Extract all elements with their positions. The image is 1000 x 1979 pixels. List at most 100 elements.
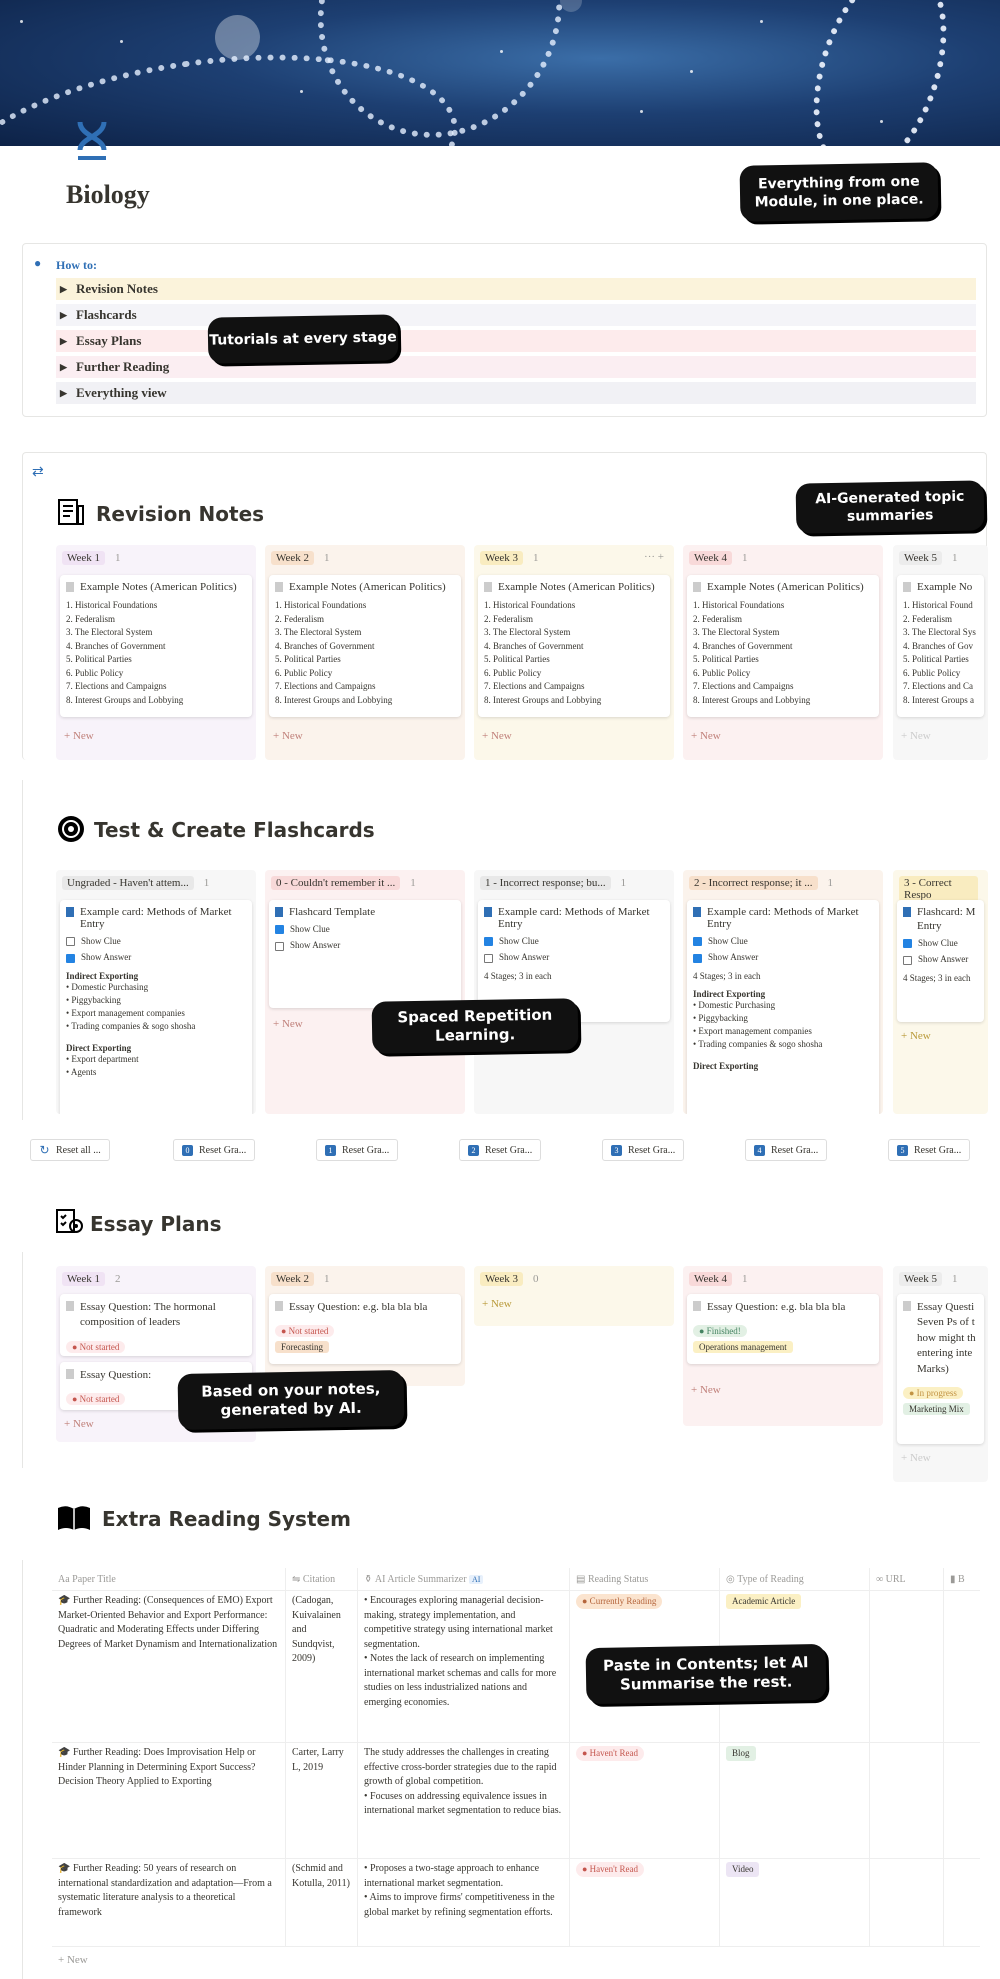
note-card[interactable]: Example Notes (American Politics) 1. Hist…: [269, 575, 461, 717]
reset-button[interactable]: 0 Reset Gra...: [173, 1139, 256, 1161]
checkbox-row[interactable]: Show Clue: [693, 936, 873, 947]
new-card-button[interactable]: + New: [901, 1452, 931, 1464]
toggle-essay-plans[interactable]: ▶ Essay Plans: [56, 330, 976, 352]
reset-button[interactable]: 4 Reset Gra...: [745, 1139, 828, 1161]
show-answer-checkbox[interactable]: [484, 953, 493, 963]
header-label: Citation: [302, 1573, 336, 1585]
note-card[interactable]: Example Notes (American Politics) 1. Hist…: [60, 575, 252, 717]
new-card-button[interactable]: + New: [64, 730, 94, 742]
toggle-everything-view[interactable]: ▶ Everything view: [56, 382, 976, 404]
status-pill: ● Not started: [66, 1393, 126, 1406]
new-row-button[interactable]: + New: [58, 1954, 88, 1966]
essay-card[interactable]: Essay Questi Seven Ps of t how might th …: [897, 1294, 984, 1444]
type-cell[interactable]: Video: [720, 1858, 870, 1946]
answer-item: • Trading companies & sogo shosha: [66, 1020, 196, 1031]
toggle-flashcards[interactable]: ▶ Flashcards: [56, 304, 976, 326]
show-answer-checkbox[interactable]: [693, 953, 702, 963]
essay-card[interactable]: Essay Question: e.g. bla bla bla ● Not st…: [269, 1294, 461, 1364]
checkbox-row[interactable]: Show Answer: [693, 952, 873, 963]
col-b[interactable]: ▮ B: [944, 1568, 980, 1590]
new-card-button[interactable]: + New: [273, 1018, 303, 1030]
show-answer-checkbox[interactable]: [66, 953, 75, 963]
col-ai-summary[interactable]: ⚱ AI Article Summarizer AI: [358, 1568, 570, 1590]
reset-button[interactable]: 1 Reset Gra...: [316, 1139, 399, 1161]
col-reading-status[interactable]: ▤ Reading Status: [570, 1568, 720, 1590]
new-card-button[interactable]: + New: [482, 1298, 512, 1310]
sync-icon[interactable]: ⇄: [32, 464, 44, 481]
show-answer-checkbox[interactable]: [903, 955, 912, 965]
b-cell[interactable]: [944, 1590, 980, 1742]
checkbox-row[interactable]: Show Clue: [903, 938, 978, 949]
status-cell[interactable]: ● Haven't Read: [570, 1742, 720, 1858]
paper-title-cell[interactable]: 🎓 Further Reading: 50 years of research …: [52, 1858, 286, 1946]
summary-cell[interactable]: The study addresses the challenges in cr…: [358, 1742, 570, 1858]
flashcard-card[interactable]: Flashcard Template Show Clue Show Answer: [269, 900, 461, 1008]
citation-cell[interactable]: (Cadogan, Kuivalainen and Sundqvist, 200…: [286, 1590, 358, 1742]
reset-number-icon: 3: [611, 1144, 622, 1156]
card-title-text: Example No: [917, 581, 973, 593]
col-paper-title[interactable]: Aa Paper Title: [52, 1568, 286, 1590]
answer-heading: Direct Exporting: [693, 1060, 759, 1071]
column-count: 1: [827, 877, 834, 889]
essay-card[interactable]: Essay Question: The hormonal composition…: [60, 1294, 252, 1356]
card-title-text: Example card: Methods of Market Entry: [498, 906, 650, 930]
header-label: URL: [885, 1573, 906, 1585]
paper-title-cell[interactable]: 🎓 Further Reading: (Consequences of EMO)…: [52, 1590, 286, 1742]
col-citation[interactable]: ⇋ Citation: [286, 1568, 358, 1590]
card-list-item: 5. Political Parties: [66, 654, 132, 664]
checkbox-row[interactable]: Show Clue: [66, 936, 246, 947]
url-cell[interactable]: [870, 1590, 944, 1742]
b-cell[interactable]: [944, 1742, 980, 1858]
url-cell[interactable]: [870, 1858, 944, 1946]
new-card-button[interactable]: + New: [691, 1384, 721, 1396]
checkbox-row[interactable]: Show Answer: [903, 954, 978, 965]
citation-cell[interactable]: Carter, Larry L, 2019: [286, 1742, 358, 1858]
status-cell[interactable]: ● Haven't Read: [570, 1858, 720, 1946]
new-card-button[interactable]: + New: [901, 1030, 931, 1042]
reset-button[interactable]: ↻ Reset all ...: [30, 1139, 110, 1161]
checkbox-row[interactable]: Show Answer: [484, 952, 664, 963]
summary-cell[interactable]: • Proposes a two-stage approach to enhan…: [358, 1858, 570, 1946]
column-header: 2 - Incorrect response; it ... 1: [689, 876, 833, 890]
note-card[interactable]: Example Notes (American Politics) 1. Hist…: [478, 575, 670, 717]
reset-button[interactable]: 3 Reset Gra...: [602, 1139, 685, 1161]
new-card-button[interactable]: + New: [482, 730, 512, 742]
toggle-label: Essay Plans: [76, 333, 142, 348]
show-clue-checkbox[interactable]: [66, 937, 75, 947]
toggle-further-reading[interactable]: ▶ Further Reading: [56, 356, 976, 378]
show-clue-checkbox[interactable]: [484, 937, 493, 947]
note-card[interactable]: Example Notes (American Politics) 1. Hist…: [687, 575, 879, 717]
url-cell[interactable]: [870, 1742, 944, 1858]
show-clue-checkbox[interactable]: [693, 937, 702, 947]
show-clue-checkbox[interactable]: [275, 925, 284, 935]
flashcard-card[interactable]: Example card: Methods of Market Entry Sho…: [60, 900, 252, 1114]
b-cell[interactable]: [944, 1858, 980, 1946]
flashcard-card[interactable]: Flashcard: M Entry Show Clue Show Answer 4 S…: [897, 900, 984, 1022]
new-card-button[interactable]: + New: [901, 730, 931, 742]
new-card-button[interactable]: + New: [691, 730, 721, 742]
dna-icon[interactable]: [74, 120, 110, 164]
checkbox-row[interactable]: Show Clue: [484, 936, 664, 947]
new-card-button[interactable]: + New: [64, 1418, 94, 1430]
col-url[interactable]: ∞ URL: [870, 1568, 944, 1590]
show-clue-checkbox[interactable]: [903, 939, 912, 949]
reset-button[interactable]: 2 Reset Gra...: [459, 1139, 542, 1161]
status-pill: ● Not started: [66, 1340, 126, 1353]
essay-card[interactable]: Essay Question: e.g. bla bla bla ● Finish…: [687, 1294, 879, 1364]
note-card[interactable]: Example No 1. Historical Found 2. Federali…: [897, 575, 984, 717]
checkbox-row[interactable]: Show Answer: [275, 940, 455, 951]
column-actions[interactable]: ··· +: [644, 551, 664, 563]
reset-number-icon: 2: [468, 1144, 479, 1156]
reset-button[interactable]: 5 Reset Gra...: [888, 1139, 971, 1161]
citation-cell[interactable]: (Schmid and Kotulla, 2011): [286, 1858, 358, 1946]
checkbox-row[interactable]: Show Clue: [275, 924, 455, 935]
flashcard-card[interactable]: Example card: Methods of Market Entry Sho…: [687, 900, 879, 1114]
checkbox-row[interactable]: Show Answer: [66, 952, 246, 963]
paper-title-cell[interactable]: 🎓 Further Reading: Does Improvisation He…: [52, 1742, 286, 1858]
col-type[interactable]: ◎ Type of Reading: [720, 1568, 870, 1590]
toggle-revision-notes[interactable]: ▶ Revision Notes: [56, 278, 976, 300]
summary-cell[interactable]: • Encourages exploring managerial decisi…: [358, 1590, 570, 1742]
new-card-button[interactable]: + New: [273, 730, 303, 742]
show-answer-checkbox[interactable]: [275, 941, 284, 951]
type-cell[interactable]: Blog: [720, 1742, 870, 1858]
